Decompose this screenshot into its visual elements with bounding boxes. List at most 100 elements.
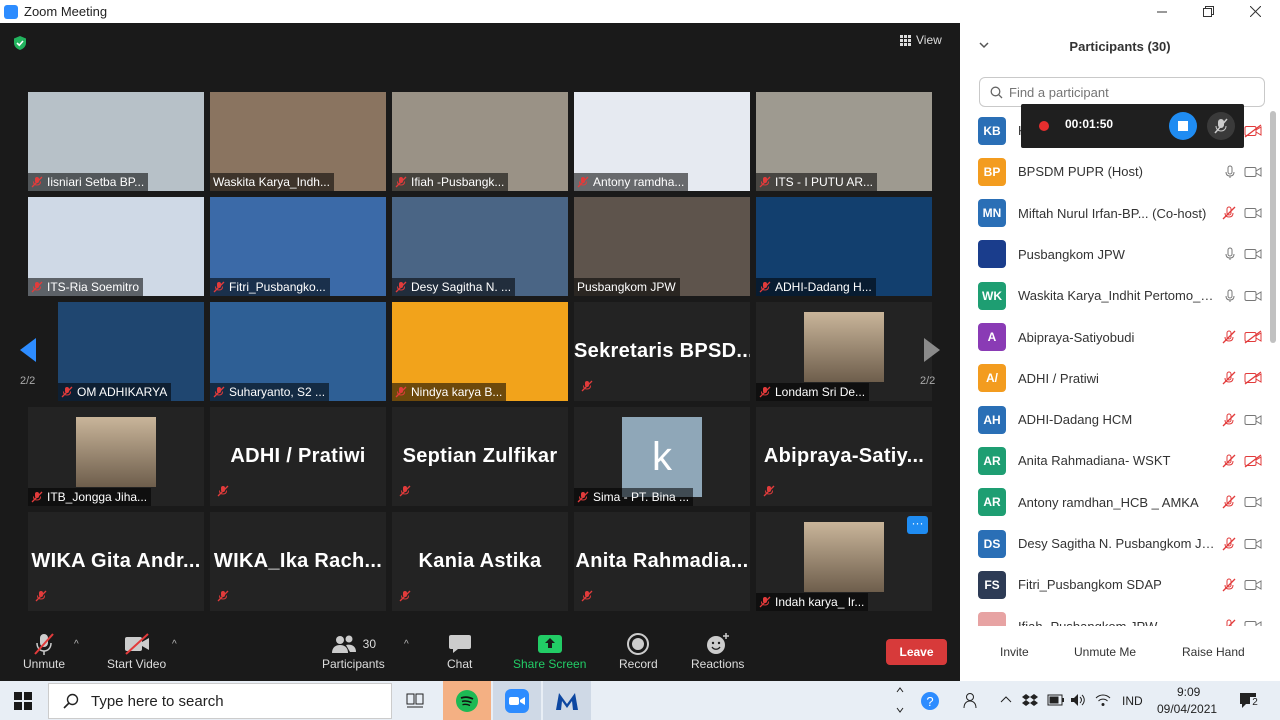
participants-button[interactable]: 30 Participants xyxy=(322,631,385,671)
participant-row[interactable]: AH ADHI-Dadang HCM xyxy=(978,399,1262,440)
panel-title: Participants (30) xyxy=(1069,38,1171,54)
video-tile[interactable]: WIKA_Ika Rach... xyxy=(210,512,386,611)
participant-row[interactable]: Ifiah -Pusbangkom JPW xyxy=(978,606,1262,626)
audio-options-caret-icon[interactable]: ^ xyxy=(74,639,79,650)
participant-list-scrollbar[interactable] xyxy=(1270,111,1276,343)
share-screen-button[interactable]: Share Screen xyxy=(513,631,586,671)
tray-expand-icon[interactable] xyxy=(1000,695,1012,703)
video-tile[interactable]: Desy Sagitha N. ... xyxy=(392,197,568,296)
unmute-me-button[interactable]: Unmute Me xyxy=(1074,645,1136,659)
video-tile[interactable]: Pusbangkom JPW xyxy=(574,197,750,296)
people-icon[interactable] xyxy=(962,691,980,709)
participant-row[interactable]: BP BPSDM PUPR (Host) xyxy=(978,151,1262,192)
participant-photo xyxy=(804,312,884,382)
video-icon xyxy=(1244,414,1262,425)
tile-name-label: Ifiah -Pusbangk... xyxy=(392,173,509,191)
battery-icon[interactable] xyxy=(1047,694,1065,706)
mute-recording-button[interactable] xyxy=(1207,112,1235,140)
unmute-button[interactable]: Unmute xyxy=(23,631,65,671)
stop-recording-button[interactable] xyxy=(1169,112,1197,140)
wifi-icon[interactable] xyxy=(1095,693,1111,707)
video-tile[interactable]: Antony ramdha... xyxy=(574,92,750,191)
participant-status-icons xyxy=(1222,454,1262,468)
participant-row[interactable]: FS Fitri_Pusbangkom SDAP xyxy=(978,564,1262,605)
participant-search[interactable] xyxy=(979,77,1265,107)
video-tile[interactable]: Abipraya-Satiy... xyxy=(756,407,932,506)
windows-start-icon[interactable] xyxy=(14,692,32,710)
video-tile[interactable]: Waskita Karya_Indh... xyxy=(210,92,386,191)
participant-row[interactable]: AR Antony ramdhan_HCB _ AMKA xyxy=(978,482,1262,523)
participant-row[interactable]: AR Anita Rahmadiana- WSKT xyxy=(978,440,1262,481)
record-button[interactable]: Record xyxy=(619,631,658,671)
close-button[interactable] xyxy=(1232,0,1278,23)
video-tile[interactable]: Fitri_Pusbangko... xyxy=(210,197,386,296)
tile-mic-status xyxy=(763,484,775,502)
participant-name: Miftah Nurul Irfan-BP... (Co-host) xyxy=(1018,205,1207,221)
start-video-button[interactable]: Start Video xyxy=(107,631,166,671)
restore-button[interactable] xyxy=(1185,0,1231,23)
raise-hand-button[interactable]: Raise Hand xyxy=(1182,645,1245,659)
video-tile[interactable]: ADHI-Dadang H... xyxy=(756,197,932,296)
participant-row[interactable]: DS Desy Sagitha N. Pusbangkom JP... xyxy=(978,523,1262,564)
minimize-button[interactable] xyxy=(1139,0,1185,23)
video-tile[interactable]: Sekretaris BPSD... xyxy=(574,302,750,401)
video-tile[interactable]: Kania Astika xyxy=(392,512,568,611)
participant-name: Waskita Karya_Indhit Pertomo_S... xyxy=(1018,288,1218,304)
spotify-icon[interactable] xyxy=(443,681,491,720)
video-tile[interactable]: Londam Sri De... xyxy=(756,302,932,401)
participant-row[interactable]: A/ADHI / Pratiwi xyxy=(978,358,1262,399)
search-input[interactable] xyxy=(1009,84,1249,100)
participant-list: KBKBPBPSDM PUPR (Host)MNMiftah Nurul Irf… xyxy=(960,110,1268,626)
video-tile[interactable]: Ifiah -Pusbangk... xyxy=(392,92,568,191)
video-options-caret-icon[interactable]: ^ xyxy=(172,639,177,650)
video-tile[interactable]: Septian Zulfikar xyxy=(392,407,568,506)
language-indicator[interactable]: IND xyxy=(1122,694,1143,708)
reactions-button[interactable]: Reactions xyxy=(691,631,744,671)
video-tile[interactable]: OM ADHIKARYA xyxy=(58,302,204,401)
video-tile[interactable]: Anita Rahmadia... xyxy=(574,512,750,611)
help-icon[interactable]: ? xyxy=(920,691,940,711)
malwarebytes-icon[interactable] xyxy=(543,681,591,720)
video-tile[interactable]: WIKA Gita Andr... xyxy=(28,512,204,611)
video-tile[interactable]: Iisniari Setba BP... xyxy=(28,92,204,191)
previous-page-icon[interactable] xyxy=(18,336,38,364)
mic-muted-icon xyxy=(577,491,589,503)
participant-name: Waskita Karya_Indh... xyxy=(213,175,330,189)
clock-time: 9:09 xyxy=(1177,685,1201,699)
participant-row[interactable]: WK Waskita Karya_Indhit Pertomo_S... xyxy=(978,275,1262,316)
page-indicator-left: 2/2 xyxy=(20,375,36,387)
participant-name: Anita Rahmadiana- WSKT xyxy=(1018,453,1171,469)
next-page-icon[interactable] xyxy=(922,336,942,364)
video-tile[interactable]: ITS - I PUTU AR... xyxy=(756,92,932,191)
window-title: Zoom Meeting xyxy=(24,4,108,19)
video-tile[interactable]: ITB_Jongga Jiha... xyxy=(28,407,204,506)
mic-muted-icon xyxy=(1222,537,1236,550)
video-tile[interactable]: ITS-Ria Soemitro xyxy=(28,197,204,296)
invite-button[interactable]: Invite xyxy=(1000,645,1029,659)
task-view-icon[interactable] xyxy=(392,681,440,720)
leave-button[interactable]: Leave xyxy=(886,639,947,665)
zoom-app-icon[interactable] xyxy=(493,681,541,720)
volume-icon[interactable] xyxy=(1070,692,1086,708)
participants-options-caret-icon[interactable]: ^ xyxy=(404,639,409,650)
dropbox-icon[interactable] xyxy=(1022,693,1038,707)
video-tile[interactable]: Nindya karya B... xyxy=(392,302,568,401)
action-center-icon[interactable]: 2 xyxy=(1238,690,1260,710)
participant-name: Fitri_Pusbangkom SDAP xyxy=(1018,577,1162,593)
video-tile[interactable]: Suharyanto, S2 ... xyxy=(210,302,386,401)
taskbar-search[interactable]: Type here to search xyxy=(48,683,392,719)
video-tile[interactable]: k Sima - PT. Bina ... xyxy=(574,407,750,506)
participant-row[interactable]: A Abipraya-Satiyobudi xyxy=(978,317,1262,358)
video-tile[interactable]: Indah karya_ Ir... xyxy=(756,512,932,611)
participant-status-icons xyxy=(1222,578,1262,592)
security-shield-icon[interactable] xyxy=(12,35,28,51)
participant-status-icons xyxy=(1222,619,1262,626)
more-options-button[interactable]: ··· xyxy=(907,516,928,534)
scroll-arrows-icon[interactable] xyxy=(895,685,905,715)
participant-row[interactable]: Pusbangkom JPW xyxy=(978,234,1262,275)
chat-button[interactable]: Chat xyxy=(447,631,472,671)
video-tile[interactable]: ADHI / Pratiwi xyxy=(210,407,386,506)
participant-status-icons xyxy=(1222,206,1262,220)
participant-row[interactable]: MN Miftah Nurul Irfan-BP... (Co-host) xyxy=(978,193,1262,234)
view-button[interactable]: View xyxy=(900,33,942,47)
